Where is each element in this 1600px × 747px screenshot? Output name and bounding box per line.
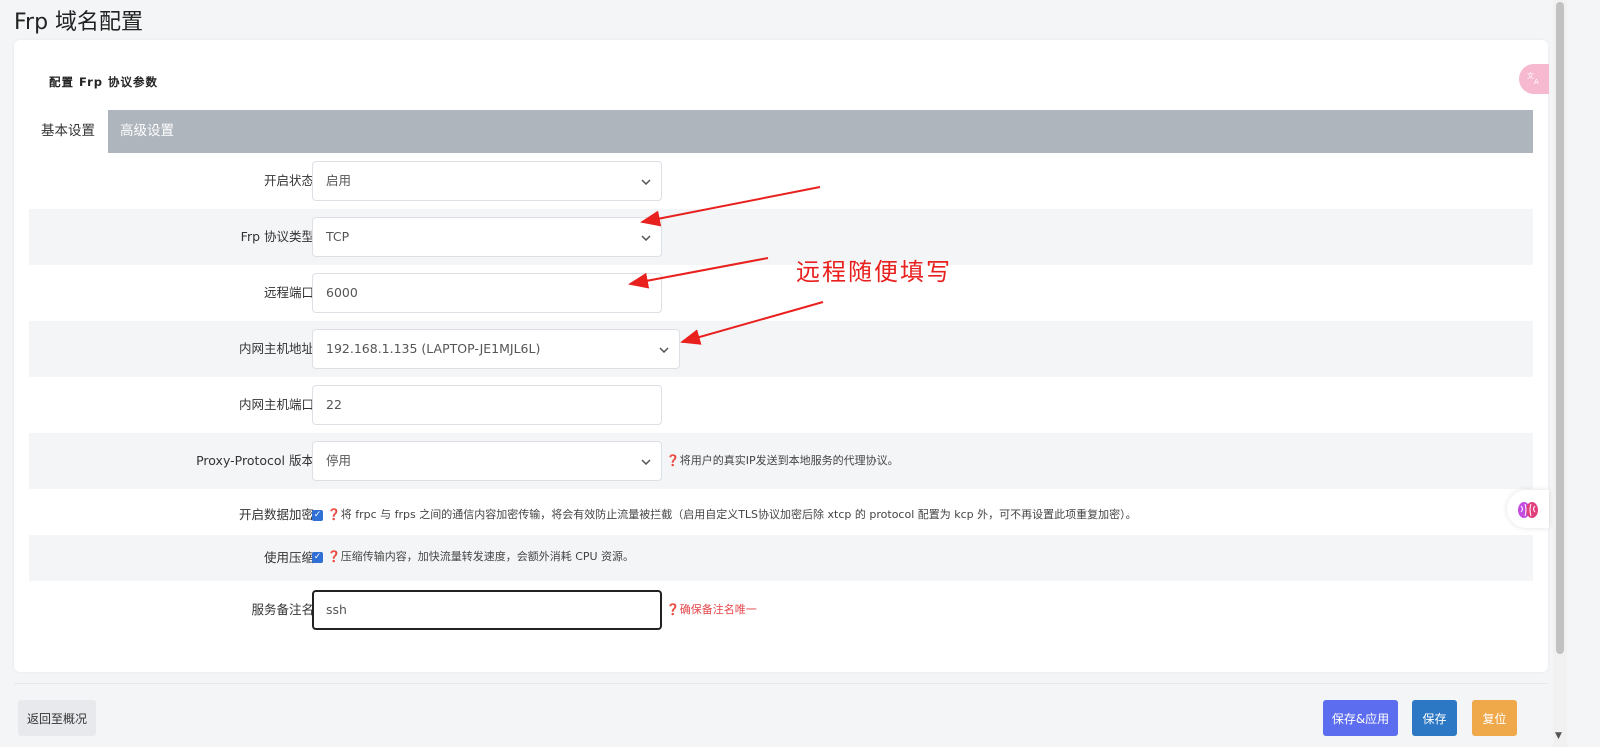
protocol-select[interactable]: TCP — [312, 217, 662, 257]
svg-text:文: 文 — [1527, 71, 1534, 80]
remark-value: ssh — [326, 602, 347, 617]
lan-port-value: 22 — [326, 397, 342, 412]
config-card: 配置 Frp 协议参数 基本设置 高级设置 开启状态 启用 Frp 协议类型 T… — [14, 40, 1548, 672]
compression-label: 使用压缩 — [263, 550, 314, 565]
tab-basic-settings[interactable]: 基本设置 — [29, 110, 108, 153]
remote-port-value: 6000 — [326, 285, 358, 300]
encryption-checkbox[interactable]: ✓ — [312, 510, 323, 521]
form-row-status: 开启状态 启用 — [29, 153, 1533, 209]
form-row-remote-port: 远程端口 6000 — [29, 265, 1533, 321]
save-button[interactable]: 保存 — [1412, 700, 1457, 736]
lan-port-label: 内网主机端口 — [238, 397, 314, 412]
page-scrollbar[interactable]: ▼ — [1553, 0, 1567, 747]
form-row-protocol: Frp 协议类型 TCP — [29, 209, 1533, 265]
status-label: 开启状态 — [263, 173, 314, 188]
proxy-protocol-select[interactable]: 停用 — [312, 441, 662, 481]
footer-divider — [14, 683, 1548, 684]
section-title: 配置 Frp 协议参数 — [49, 75, 159, 89]
reset-button[interactable]: 复位 — [1472, 700, 1517, 736]
tab-bar: 基本设置 高级设置 — [29, 110, 1533, 153]
chevron-down-icon — [641, 162, 651, 200]
chevron-down-icon — [659, 330, 669, 368]
form-row-lan-port: 内网主机端口 22 — [29, 377, 1533, 433]
remote-port-input[interactable]: 6000 — [312, 273, 662, 313]
brain-icon[interactable] — [1507, 490, 1549, 528]
proxy-protocol-hint: ❓将用户的真实IP发送到本地服务的代理协议。 — [666, 454, 899, 467]
chevron-down-icon — [641, 442, 651, 480]
lan-host-label: 内网主机地址 — [238, 341, 314, 356]
protocol-label: Frp 协议类型 — [240, 229, 314, 244]
scrollbar-thumb[interactable] — [1556, 2, 1564, 654]
chevron-down-icon — [641, 218, 651, 256]
lan-host-select[interactable]: 192.168.1.135 (LAPTOP-JE1MJL6L) — [312, 329, 680, 369]
remote-port-label: 远程端口 — [263, 285, 314, 300]
form-row-compression: 使用压缩 ✓ ❓压缩传输内容，加快流量转发速度，会额外消耗 CPU 资源。 — [29, 535, 1533, 581]
page-title: Frp 域名配置 — [14, 10, 144, 35]
annotation-text: 远程随便填写 — [796, 258, 952, 286]
scroll-down-icon[interactable]: ▼ — [1555, 731, 1562, 741]
remark-label: 服务备注名 — [251, 602, 314, 617]
svg-text:A: A — [1534, 78, 1539, 86]
proxy-protocol-select-value: 停用 — [326, 453, 352, 468]
form-row-proxy-protocol: Proxy-Protocol 版本 停用 ❓将用户的真实IP发送到本地服务的代理… — [29, 433, 1533, 489]
remark-hint: ❓确保备注名唯一 — [666, 603, 757, 616]
status-select[interactable]: 启用 — [312, 161, 662, 201]
remark-input[interactable]: ssh — [312, 590, 662, 630]
form-row-remark: 服务备注名 ssh ❓确保备注名唯一 — [29, 582, 1533, 638]
proxy-protocol-label: Proxy-Protocol 版本 — [196, 453, 314, 468]
lan-host-select-value: 192.168.1.135 (LAPTOP-JE1MJL6L) — [326, 341, 541, 356]
status-select-value: 启用 — [326, 173, 352, 188]
protocol-select-value: TCP — [326, 229, 350, 244]
compression-hint: ❓压缩传输内容，加快流量转发速度，会额外消耗 CPU 资源。 — [327, 550, 635, 563]
compression-checkbox[interactable]: ✓ — [312, 552, 323, 563]
tab-advanced-settings[interactable]: 高级设置 — [108, 110, 186, 153]
save-and-apply-button[interactable]: 保存&应用 — [1323, 700, 1398, 736]
back-to-overview-button[interactable]: 返回至概况 — [18, 700, 96, 736]
translate-icon[interactable]: 文 A — [1519, 64, 1549, 94]
lan-port-input[interactable]: 22 — [312, 385, 662, 425]
form-row-lan-host: 内网主机地址 192.168.1.135 (LAPTOP-JE1MJL6L) — [29, 321, 1533, 377]
